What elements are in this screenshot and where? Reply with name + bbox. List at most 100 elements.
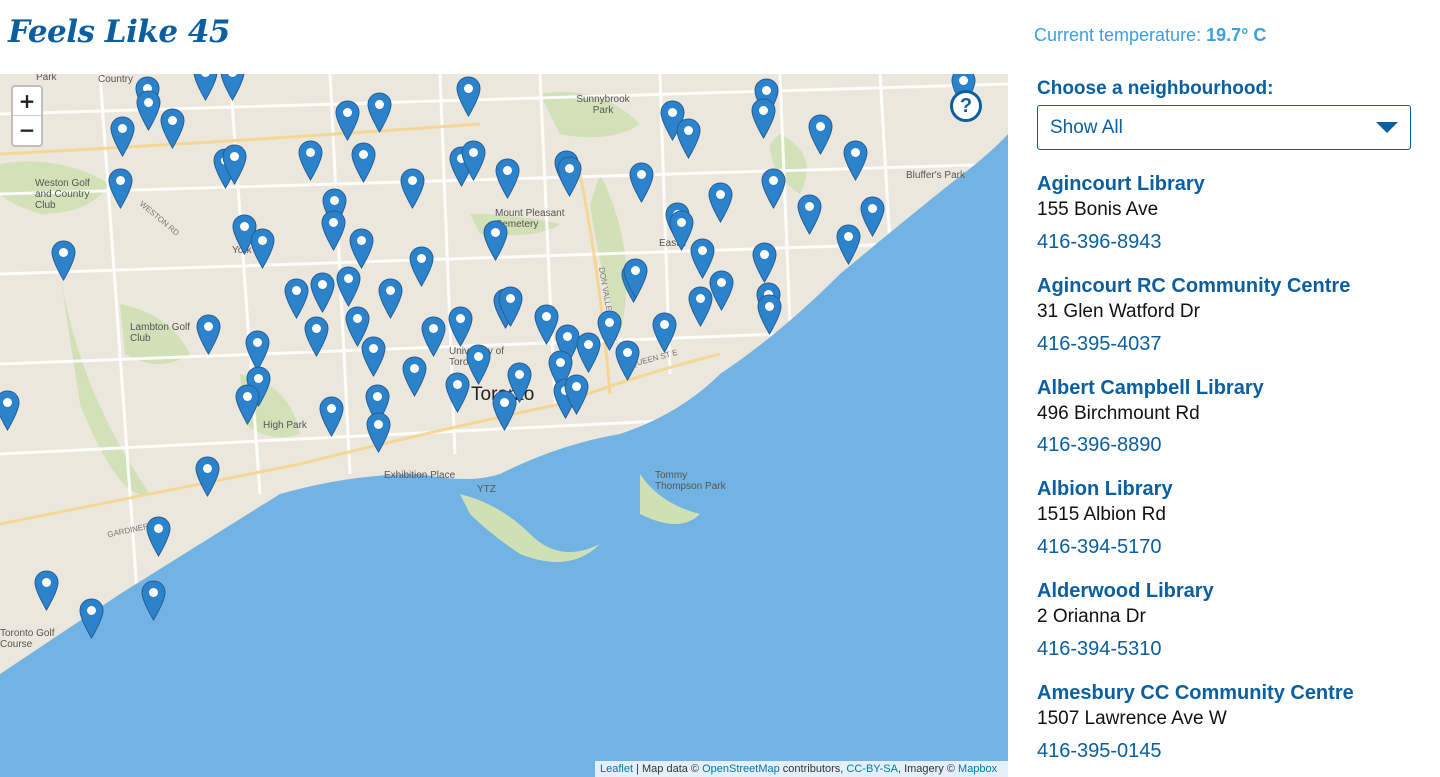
location-phone[interactable]: 416-395-4037	[1037, 332, 1417, 356]
map-attribution: Leaflet | Map data © OpenStreetMap contr…	[595, 761, 1008, 777]
location-name[interactable]: Agincourt RC Community Centre	[1037, 274, 1417, 298]
map-marker-icon[interactable]	[483, 220, 508, 261]
label-tommy-thompson: Tommy Thompson Park	[655, 470, 726, 492]
map-marker-icon[interactable]	[421, 316, 446, 357]
map-marker-icon[interactable]	[220, 74, 245, 101]
map-marker-icon[interactable]	[335, 100, 360, 141]
map-marker-icon[interactable]	[361, 336, 386, 377]
map-marker-icon[interactable]	[349, 228, 374, 269]
location-name[interactable]: Albert Campbell Library	[1037, 376, 1417, 400]
map-marker-icon[interactable]	[676, 118, 701, 159]
map-marker-icon[interactable]	[751, 98, 776, 139]
location-address: 155 Bonis Ave	[1037, 199, 1159, 220]
label-high-park: High Park	[263, 420, 307, 431]
map-marker-icon[interactable]	[448, 306, 473, 347]
map-marker-icon[interactable]	[250, 228, 275, 269]
map-marker-icon[interactable]	[752, 242, 777, 283]
map-marker-icon[interactable]	[461, 140, 486, 181]
map-marker-icon[interactable]	[757, 294, 782, 335]
map-marker-icon[interactable]	[629, 162, 654, 203]
map-marker-icon[interactable]	[193, 74, 218, 101]
map-marker-icon[interactable]	[402, 356, 427, 397]
map-marker-icon[interactable]	[321, 210, 346, 251]
leaflet-link[interactable]: Leaflet	[600, 763, 633, 775]
map-marker-icon[interactable]	[564, 374, 589, 415]
zoom-in-button[interactable]: +	[13, 87, 41, 116]
map-marker-icon[interactable]	[367, 92, 392, 133]
map-marker-icon[interactable]	[245, 330, 270, 371]
map-marker-icon[interactable]	[495, 158, 520, 199]
map-marker-icon[interactable]	[456, 76, 481, 117]
location-phone[interactable]: 416-394-5170	[1037, 535, 1417, 559]
map-marker-icon[interactable]	[284, 278, 309, 319]
location-phone[interactable]: 416-396-8943	[1037, 230, 1417, 254]
map-marker-icon[interactable]	[688, 286, 713, 327]
help-icon[interactable]: ?	[950, 90, 982, 122]
label-park: Park	[36, 74, 57, 83]
attribution-text: | Map data ©	[633, 763, 703, 775]
location-address: 31 Glen Watford Dr	[1037, 300, 1200, 322]
map-marker-icon[interactable]	[108, 168, 133, 209]
mapbox-link[interactable]: Mapbox	[958, 763, 997, 775]
location-name[interactable]: Amesbury CC Community Centre	[1037, 681, 1417, 705]
osm-link[interactable]: OpenStreetMap	[702, 763, 780, 775]
map-marker-icon[interactable]	[34, 570, 59, 611]
location-phone[interactable]: 416-396-8890	[1037, 433, 1417, 457]
map-marker-icon[interactable]	[136, 90, 161, 131]
location-address: 2 Orianna Dr	[1037, 606, 1146, 628]
map-marker-icon[interactable]	[196, 314, 221, 355]
map-marker-icon[interactable]	[222, 144, 247, 185]
map-marker-icon[interactable]	[652, 312, 677, 353]
map-marker-icon[interactable]	[400, 168, 425, 209]
label-exhibition: Exhibition Place	[384, 470, 456, 481]
location-list: Agincourt Library 155 Bonis Ave 416-396-89…	[1037, 172, 1417, 763]
map-marker-icon[interactable]	[761, 168, 786, 209]
map-marker-icon[interactable]	[797, 194, 822, 235]
map-marker-icon[interactable]	[378, 278, 403, 319]
map-marker-icon[interactable]	[336, 266, 361, 307]
map-marker-icon[interactable]	[351, 142, 376, 183]
map-marker-icon[interactable]	[304, 316, 329, 357]
label-sunnybrook: Sunnybrook Park	[576, 94, 630, 116]
map-marker-icon[interactable]	[235, 384, 260, 425]
temperature-label: Current temperature:	[1034, 25, 1202, 45]
map-marker-icon[interactable]	[366, 412, 391, 453]
location-name[interactable]: Alderwood Library	[1037, 579, 1417, 603]
map-marker-icon[interactable]	[310, 272, 335, 313]
map-marker-icon[interactable]	[79, 598, 104, 639]
map[interactable]: Sunnybrook Park Mount Pleasant Cemetery …	[0, 74, 1008, 777]
map-marker-icon[interactable]	[860, 196, 885, 237]
location-name[interactable]: Agincourt Library	[1037, 172, 1417, 196]
location-phone[interactable]: 416-395-0145	[1037, 739, 1417, 763]
map-marker-icon[interactable]	[298, 140, 323, 181]
map-marker-icon[interactable]	[623, 258, 648, 299]
map-marker-icon[interactable]	[492, 390, 517, 431]
map-marker-icon[interactable]	[195, 456, 220, 497]
location-address: 1515 Albion Rd	[1037, 504, 1166, 526]
map-marker-icon[interactable]	[557, 156, 582, 197]
location-item: Alderwood Library 2 Orianna Dr 416-394-531…	[1037, 579, 1417, 661]
sidebar: Choose a neighbourhood: Show All Agincou…	[1037, 78, 1417, 763]
map-marker-icon[interactable]	[409, 246, 434, 287]
map-marker-icon[interactable]	[498, 286, 523, 327]
map-marker-icon[interactable]	[843, 140, 868, 181]
map-marker-icon[interactable]	[141, 580, 166, 621]
map-marker-icon[interactable]	[708, 182, 733, 223]
attribution-contributors: contributors,	[779, 763, 847, 775]
map-marker-icon[interactable]	[146, 516, 171, 557]
map-marker-icon[interactable]	[319, 396, 344, 437]
map-marker-icon[interactable]	[808, 114, 833, 155]
zoom-out-button[interactable]: −	[13, 116, 41, 145]
map-marker-icon[interactable]	[445, 372, 470, 413]
location-phone[interactable]: 416-394-5310	[1037, 637, 1417, 661]
location-name[interactable]: Albion Library	[1037, 477, 1417, 501]
map-marker-icon[interactable]	[836, 224, 861, 265]
map-marker-icon[interactable]	[51, 240, 76, 281]
license-link[interactable]: CC-BY-SA	[846, 763, 898, 775]
label-toronto-golf: Toronto Golf Course	[0, 628, 55, 650]
neighbourhood-select[interactable]: Show All	[1037, 105, 1411, 150]
map-marker-icon[interactable]	[615, 340, 640, 381]
map-marker-icon[interactable]	[160, 108, 185, 149]
map-marker-icon[interactable]	[0, 390, 20, 431]
map-marker-icon[interactable]	[110, 116, 135, 157]
